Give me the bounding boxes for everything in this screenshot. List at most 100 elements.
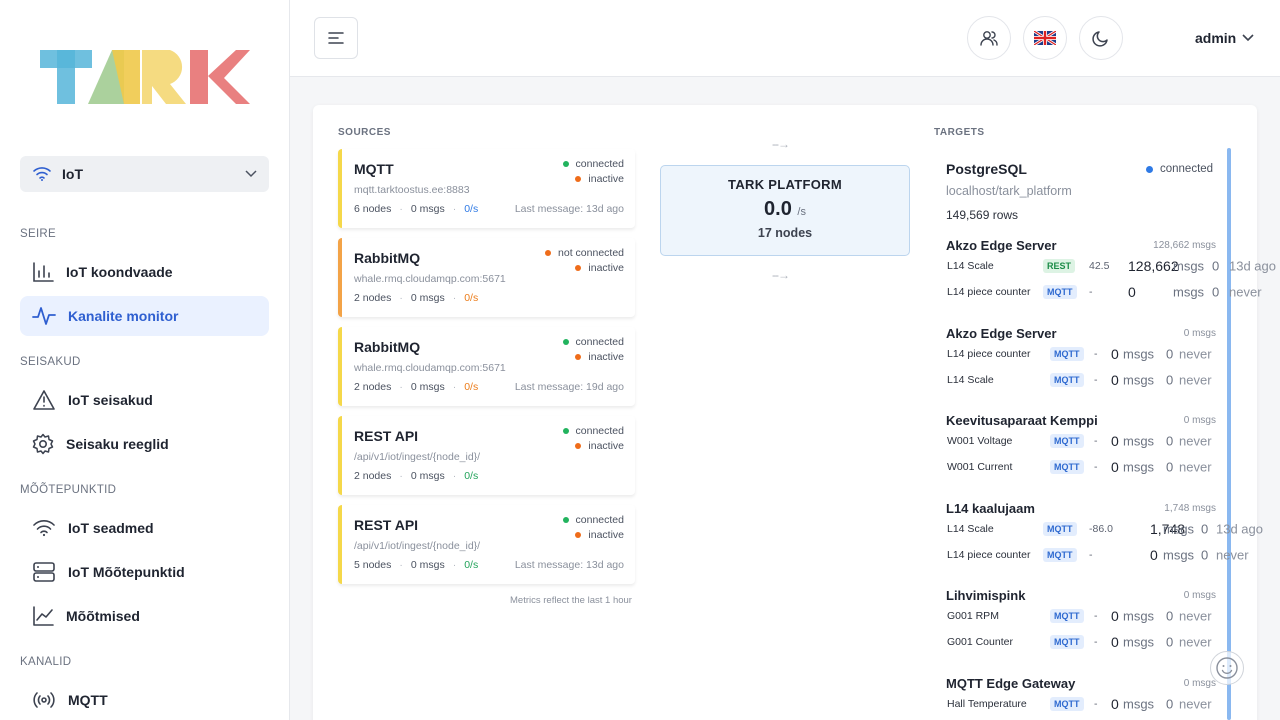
source-card[interactable]: RabbitMQ connected inactive whale.rmq.cl… [338, 327, 635, 406]
node-name: Hall Temperature [947, 698, 1027, 710]
protocol-badge: MQTT [1050, 635, 1084, 649]
source-url: mqtt.tarktoostus.ee:8883 [354, 184, 470, 196]
node-last-seen: never [1179, 608, 1212, 624]
node-value: - [1094, 348, 1098, 360]
target-node-row[interactable]: Hall Temperature MQTT -0 msgs 0 never [946, 694, 1280, 714]
sidebar: IoT SEIRE IoT koondvaade Kanalite monito… [0, 0, 290, 720]
target-status: connected [1146, 163, 1213, 175]
sources-title: SOURCES [338, 127, 391, 138]
activity-status: inactive [575, 262, 624, 274]
username: admin [1195, 30, 1237, 46]
feedback-button[interactable] [1210, 651, 1244, 685]
node-last-seen: 13d ago [1229, 258, 1276, 274]
target-node-row[interactable]: L14 piece counter MQTT -0 msgs 0 never [946, 545, 1280, 565]
target-node-row[interactable]: G001 RPM MQTT -0 msgs 0 never [946, 606, 1280, 626]
server-icon [33, 562, 55, 582]
source-name: REST API [354, 517, 419, 533]
sidebar-item-label: Seisaku reeglid [66, 436, 169, 452]
target-node-row[interactable]: W001 Current MQTT -0 msgs 0 never [946, 457, 1280, 477]
sidebar-item-iot-koondvaade[interactable]: IoT koondvaade [20, 252, 269, 292]
target-group-name: MQTT Edge Gateway [946, 676, 1076, 691]
node-value: - [1094, 636, 1098, 648]
node-last-seen: never [1229, 284, 1262, 300]
connection-status: connected [562, 336, 624, 348]
node-value: - [1094, 374, 1098, 386]
bar-chart-icon [33, 262, 54, 282]
node-msg-count: 0 [1111, 346, 1119, 362]
source-name: MQTT [354, 161, 394, 177]
protocol-badge: MQTT [1043, 548, 1077, 562]
sidebar-item-kanalite-monitor[interactable]: Kanalite monitor [20, 296, 269, 336]
section-title-kanalid: KANALID [20, 656, 72, 668]
node-error-count: 0 [1212, 284, 1220, 300]
context-select[interactable]: IoT [20, 156, 269, 192]
sidebar-item-iot-seisakud[interactable]: IoT seisakud [20, 380, 269, 420]
node-msg-unit: msgs [1173, 258, 1205, 274]
source-card[interactable]: REST API connected inactive /api/v1/iot/… [338, 416, 635, 495]
node-count: 2 nodes [354, 292, 392, 304]
target-node-row[interactable]: L14 Scale MQTT -86.0 1,748 msgs 0 13d ago [946, 519, 1280, 539]
protocol-badge: MQTT [1043, 285, 1077, 299]
sidebar-item-mqtt[interactable]: MQTT [20, 680, 269, 720]
node-msg-count: 128,662 [1128, 258, 1179, 274]
node-msg-count: 0 [1111, 372, 1119, 388]
node-value: - [1089, 549, 1093, 561]
node-value: - [1094, 610, 1098, 622]
node-error-count: 0 [1166, 372, 1174, 388]
language-button[interactable] [1023, 16, 1067, 60]
msg-count: 0 msgs [410, 470, 445, 482]
protocol-badge: MQTT [1050, 373, 1084, 387]
protocol-badge: MQTT [1050, 434, 1084, 448]
node-msg-count: 0 [1111, 696, 1119, 712]
node-msg-count: 0 [1111, 433, 1119, 449]
msg-count: 0 msgs [410, 559, 445, 571]
tark-logo [40, 50, 250, 104]
source-meta: 2 nodes · 0 msgs · 0/s [354, 470, 479, 482]
node-msg-unit: msgs [1123, 346, 1155, 362]
protocol-badge: MQTT [1043, 522, 1077, 536]
activity-status: inactive [575, 173, 624, 185]
source-card[interactable]: MQTT connected inactive mqtt.tarktoostus… [338, 149, 635, 228]
target-node-row[interactable]: G001 Counter MQTT -0 msgs 0 never [946, 632, 1280, 652]
node-msg-unit: msgs [1123, 372, 1155, 388]
node-error-count: 0 [1166, 696, 1174, 712]
target-node-row[interactable]: L14 piece counter MQTT -0 msgs 0 never [946, 344, 1280, 364]
source-meta: 6 nodes · 0 msgs · 0/s [354, 203, 479, 215]
flow-arrow-icon: --→ [772, 268, 790, 282]
target-node-row[interactable]: L14 Scale MQTT -0 msgs 0 never [946, 370, 1280, 390]
source-url: whale.rmq.cloudamqp.com:5671 [354, 273, 506, 285]
target-group-count: 0 msgs [1183, 590, 1216, 601]
line-chart-icon [33, 606, 54, 626]
menu-toggle-button[interactable] [314, 17, 358, 59]
sidebar-item-label: IoT koondvaade [66, 264, 173, 280]
sidebar-item-mootmised[interactable]: Mõõtmised [20, 596, 269, 636]
sidebar-item-seisaku-reeglid[interactable]: Seisaku reeglid [20, 424, 269, 464]
sidebar-item-iot-mootepunktid[interactable]: IoT Mõõtepunktid [20, 552, 269, 592]
platform-nodes: 17 nodes [757, 226, 813, 240]
theme-toggle-button[interactable] [1079, 16, 1123, 60]
protocol-badge: MQTT [1050, 609, 1084, 623]
sidebar-item-label: IoT Mõõtepunktid [68, 564, 185, 580]
source-card[interactable]: REST API connected inactive /api/v1/iot/… [338, 505, 635, 584]
source-card[interactable]: RabbitMQ not connected inactive whale.rm… [338, 238, 635, 317]
platform-box: TARK PLATFORM 0.0 /s 17 nodes [660, 165, 910, 256]
gear-icon [32, 433, 54, 455]
node-error-count: 0 [1212, 258, 1220, 274]
source-meta: 2 nodes · 0 msgs · 0/s [354, 292, 479, 304]
node-value: -86.0 [1089, 523, 1113, 535]
target-group-name: Lihvimispink [946, 588, 1026, 603]
node-name: L14 piece counter [947, 348, 1031, 360]
target-node-row[interactable]: L14 piece counter MQTT -0 msgs 0 never [946, 282, 1280, 302]
target-node-row[interactable]: L14 Scale REST 42.5 128,662 msgs 0 13d ago [946, 256, 1280, 276]
protocol-badge: REST [1043, 259, 1076, 273]
targets-title: TARGETS [934, 127, 985, 138]
sidebar-item-label: Kanalite monitor [68, 308, 179, 324]
sidebar-item-label: MQTT [68, 692, 108, 708]
protocol-badge: MQTT [1050, 347, 1084, 361]
user-menu[interactable]: admin [1195, 30, 1254, 46]
target-node-row[interactable]: W001 Voltage MQTT -0 msgs 0 never [946, 431, 1280, 451]
msg-count: 0 msgs [410, 292, 445, 304]
msg-count: 0 msgs [410, 381, 445, 393]
sidebar-item-iot-seadmed[interactable]: IoT seadmed [20, 508, 269, 548]
users-button[interactable] [967, 16, 1011, 60]
